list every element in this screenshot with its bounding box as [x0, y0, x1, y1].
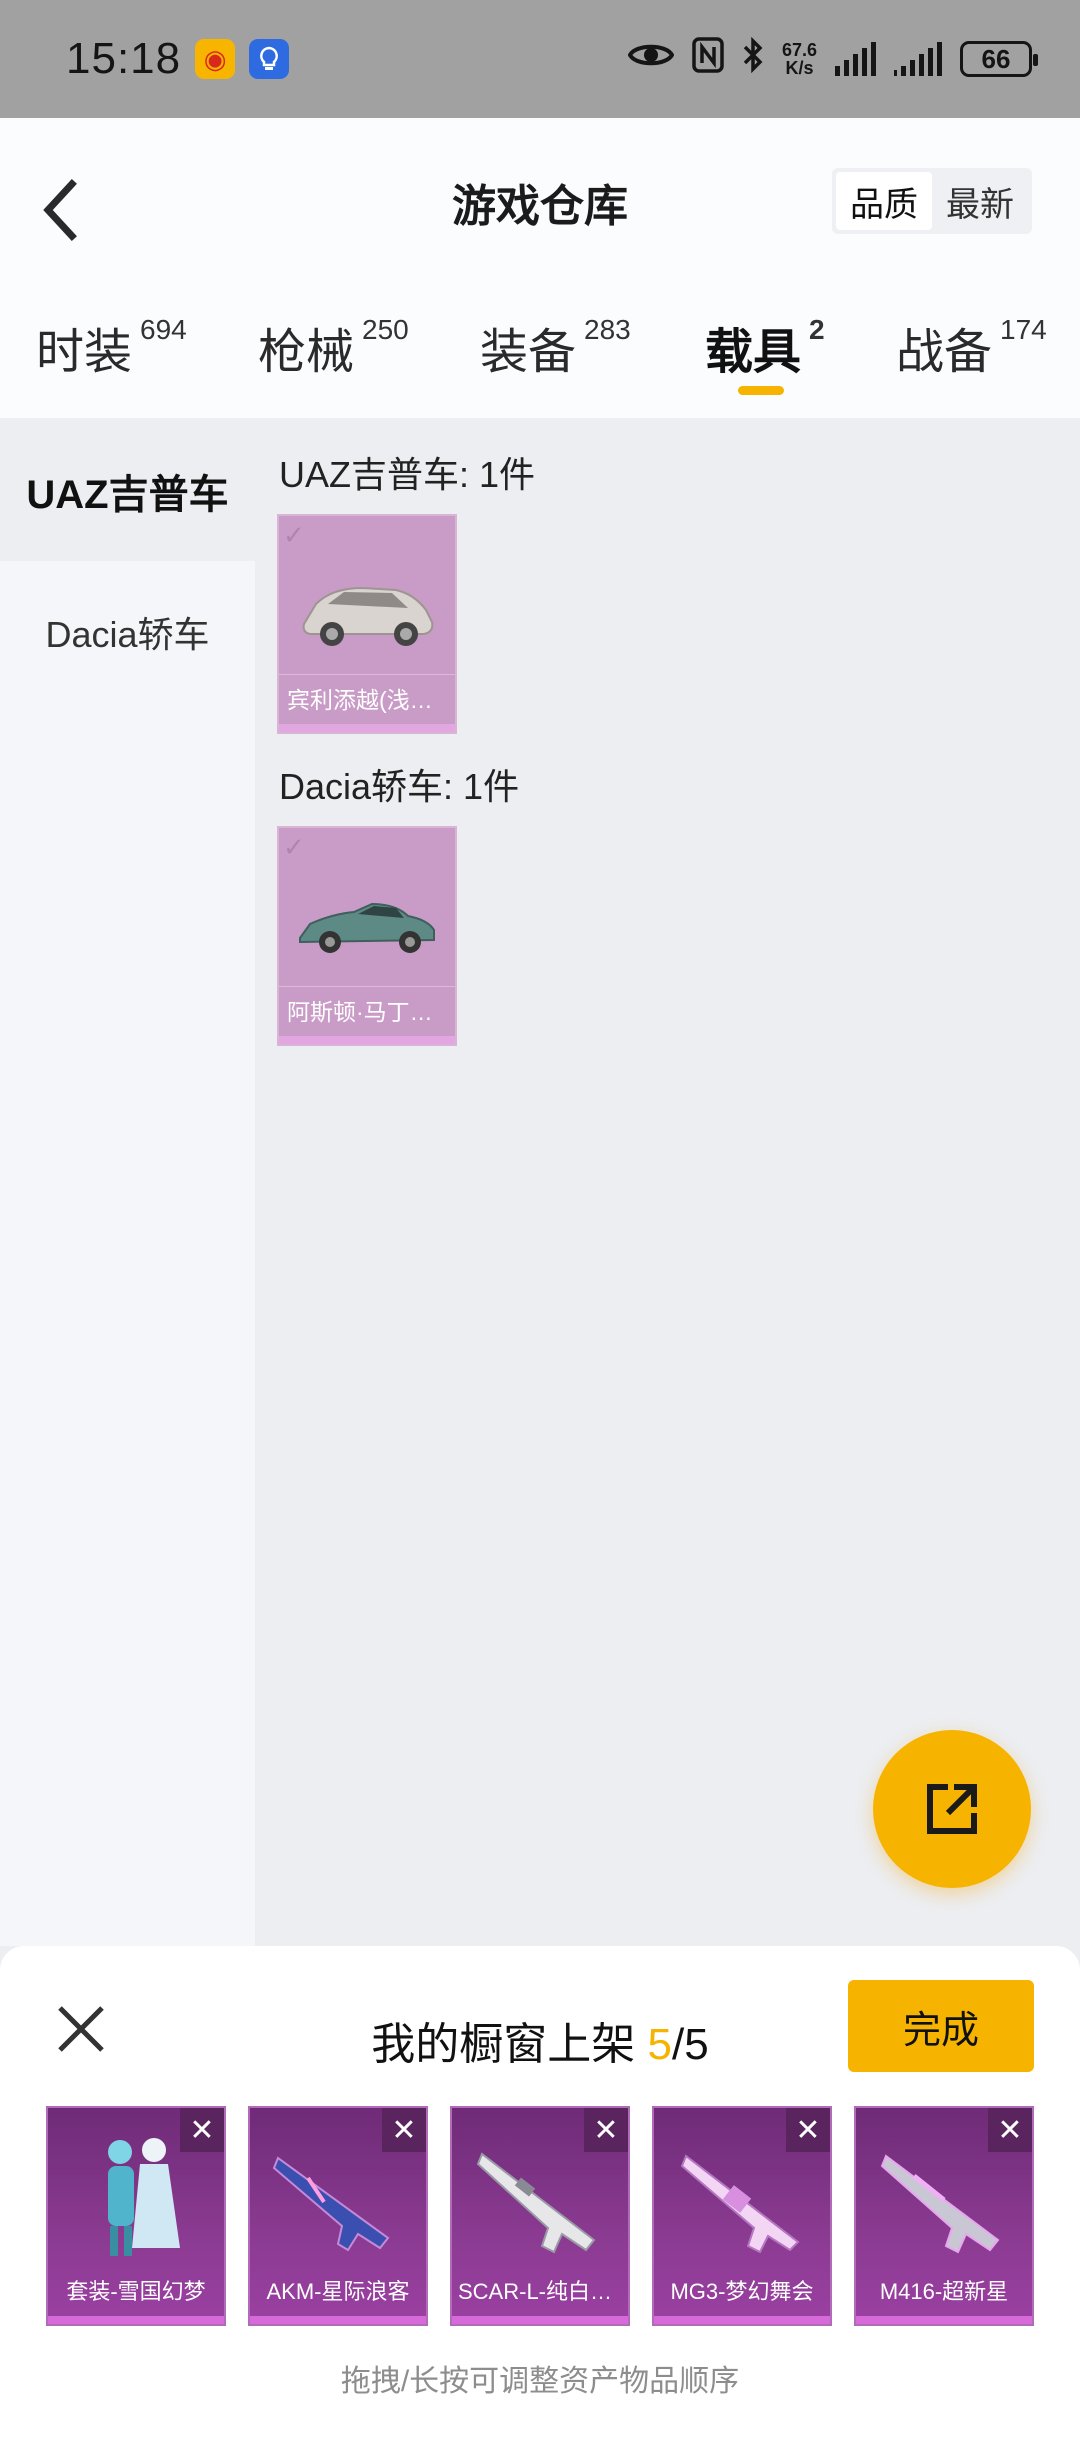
- tab-count: 250: [362, 314, 409, 345]
- group-title: Dacia轿车: 1件: [279, 766, 520, 807]
- showcase-panel: 我的橱窗上架 5/5 完成 ✕ 套装-雪国幻梦 ✕ AKM-星际浪客 ✕ SCA…: [0, 1946, 1080, 2438]
- tab-label: 时装: [36, 326, 133, 379]
- remove-icon[interactable]: ✕: [382, 2108, 426, 2152]
- panel-title-text: 我的橱窗上架: [371, 2020, 636, 2069]
- showcase-slot[interactable]: ✕ M416-超新星: [854, 2106, 1034, 2326]
- slot-label: MG3-梦幻舞会: [670, 2279, 814, 2304]
- reorder-hint: 拖拽/长按可调整资产物品顺序: [340, 2365, 740, 2398]
- remove-icon[interactable]: ✕: [786, 2108, 830, 2152]
- nfc-icon: [692, 36, 724, 82]
- rarity-strip: [452, 2316, 628, 2324]
- slot-label: M416-超新星: [879, 2279, 1009, 2304]
- rarity-strip: [279, 1036, 455, 1044]
- slot-label: SCAR-L-纯白誓约: [458, 2279, 628, 2304]
- sidebar: UAZ吉普车 Dacia轿车: [0, 420, 255, 1946]
- tab-count: 283: [584, 314, 631, 345]
- item-label: 阿斯顿·马丁DBS: [279, 986, 455, 1036]
- tab-count: 2: [809, 314, 825, 345]
- car-image: [279, 546, 455, 676]
- done-button[interactable]: 完成: [848, 1980, 1034, 2072]
- tab-label: 枪械: [258, 326, 355, 379]
- sort-toggle: 品质 最新: [832, 168, 1032, 234]
- item-card[interactable]: ✓ 阿斯顿·马丁DBS: [277, 826, 457, 1046]
- showcase-slot[interactable]: ✕ MG3-梦幻舞会: [652, 2106, 832, 2326]
- battery-icon: 66: [960, 41, 1038, 77]
- tab-vehicles[interactable]: 载具 2: [705, 312, 825, 382]
- group-title: UAZ吉普车: 1件: [279, 454, 536, 495]
- bulb-icon: [249, 39, 290, 79]
- signal-icon: [894, 42, 942, 76]
- rarity-strip: [279, 724, 455, 732]
- share-icon: [927, 1784, 977, 1834]
- showcase-current: 5: [647, 2020, 672, 2069]
- battery-level: 66: [981, 43, 1011, 74]
- tab-count: 174: [1000, 314, 1047, 345]
- sort-newest-button[interactable]: 最新: [932, 172, 1028, 230]
- rarity-strip: [856, 2316, 1032, 2324]
- net-speed: 67.6 K/s: [781, 40, 817, 78]
- item-label: 宾利添越(浅灰色): [279, 674, 455, 724]
- tab-label: 载具: [705, 326, 802, 379]
- slot-label: 套装-雪国幻梦: [66, 2279, 206, 2304]
- tab-fashion[interactable]: 时装 694: [36, 312, 187, 382]
- eye-icon: [627, 40, 675, 79]
- item-grid: UAZ吉普车: 1件 ✓ 宾利添越(浅灰色) Dacia轿车: 1件 ✓ 阿斯顿…: [255, 420, 1080, 1946]
- remove-icon[interactable]: ✕: [180, 2108, 224, 2152]
- rarity-strip: [48, 2316, 224, 2324]
- remove-icon[interactable]: ✕: [584, 2108, 628, 2152]
- car-image: [279, 858, 455, 988]
- tab-supplies[interactable]: 战备 174: [896, 312, 1047, 382]
- bluetooth-icon: [742, 36, 764, 82]
- showcase-slot[interactable]: ✕ AKM-星际浪客: [248, 2106, 428, 2326]
- showcase-slots: ✕ 套装-雪国幻梦 ✕ AKM-星际浪客 ✕ SCAR-L-纯白誓约 ✕ MG3…: [46, 2106, 1034, 2326]
- sidebar-item-dacia[interactable]: Dacia轿车: [0, 561, 255, 702]
- tab-firearms[interactable]: 枪械 250: [258, 312, 409, 382]
- status-time: 15:18: [66, 34, 182, 83]
- showcase-slot[interactable]: ✕ SCAR-L-纯白誓约: [450, 2106, 630, 2326]
- slot-label: AKM-星际浪客: [266, 2279, 410, 2304]
- tab-count: 694: [140, 314, 187, 345]
- signal-icon: [835, 42, 876, 76]
- weibo-icon: ◉: [195, 39, 236, 79]
- share-button[interactable]: [873, 1730, 1031, 1888]
- status-bar: 15:18 ◉ 67.6 K/s 66: [0, 0, 1080, 118]
- tab-label: 战备: [896, 326, 993, 379]
- sort-quality-button[interactable]: 品质: [836, 172, 932, 230]
- remove-icon[interactable]: ✕: [988, 2108, 1032, 2152]
- rarity-strip: [654, 2316, 830, 2324]
- showcase-separator: /: [672, 2020, 685, 2069]
- tab-label: 装备: [480, 326, 577, 379]
- rarity-strip: [250, 2316, 426, 2324]
- active-tab-indicator: [738, 386, 784, 395]
- showcase-slot[interactable]: ✕ 套装-雪国幻梦: [46, 2106, 226, 2326]
- showcase-total: 5: [684, 2020, 709, 2069]
- item-card[interactable]: ✓ 宾利添越(浅灰色): [277, 514, 457, 734]
- tab-equipment[interactable]: 装备 283: [480, 312, 631, 382]
- sidebar-item-uaz[interactable]: UAZ吉普车: [0, 420, 255, 561]
